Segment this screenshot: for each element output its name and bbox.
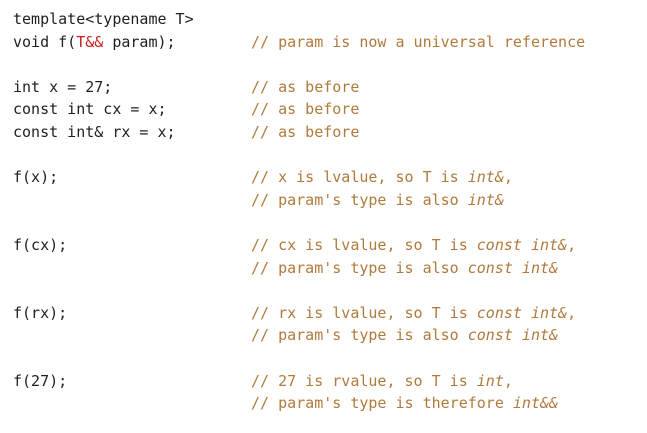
code-line-f-rx: f(rx); // rx is lvalue, so T is const in… bbox=[13, 302, 585, 325]
type-emphasis: const int& bbox=[467, 326, 559, 345]
code-comment: // as before bbox=[251, 100, 360, 119]
code-text: const int& rx = x; bbox=[13, 122, 176, 141]
code-text: f(rx); bbox=[13, 303, 68, 322]
comment-segment: // 27 is rvalue, so T is bbox=[251, 371, 477, 390]
comment-segment: // param's type is also bbox=[251, 326, 468, 345]
code-segment: param); bbox=[103, 32, 176, 51]
code-comment: // rx is lvalue, so T is const int&, bbox=[251, 302, 576, 325]
code-comment: // 27 is rvalue, so T is int, bbox=[251, 370, 513, 393]
comment-segment: // param's type is also bbox=[251, 258, 468, 277]
comment-segment: // rx is lvalue, so T is bbox=[251, 303, 477, 322]
comment-segment: , bbox=[503, 168, 513, 187]
code-text: void f(T&& param); bbox=[13, 31, 251, 54]
type-emphasis: int& bbox=[467, 190, 504, 209]
type-emphasis: const int& bbox=[467, 258, 559, 277]
code-comment: // x is lvalue, so T is int&, bbox=[251, 166, 513, 189]
comment-segment: // param's type is therefore bbox=[251, 394, 513, 413]
comment-segment: // param's type is also bbox=[251, 190, 468, 209]
code-comment: // cx is lvalue, so T is const int&, bbox=[251, 234, 576, 257]
code-line-function-decl: void f(T&& param); // param is now a uni… bbox=[13, 31, 585, 54]
code-text: int x = 27; bbox=[13, 77, 113, 96]
type-emphasis: int&& bbox=[512, 394, 559, 413]
code-line-f-cx-cont: // param's type is also const int& bbox=[13, 257, 585, 280]
code-line-f-27: f(27); // 27 is rvalue, so T is int, bbox=[13, 370, 585, 393]
code-line-template: template<typename T> bbox=[13, 8, 585, 31]
code-line-f-cx: f(cx); // cx is lvalue, so T is const in… bbox=[13, 234, 585, 257]
code-comment: // param is now a universal reference bbox=[251, 32, 586, 51]
code-text: template<typename T> bbox=[13, 10, 194, 28]
type-emphasis: const int& bbox=[476, 235, 568, 254]
comment-segment: , bbox=[503, 371, 513, 390]
type-emphasis: int bbox=[476, 371, 504, 390]
type-emphasis: const int& bbox=[476, 303, 568, 322]
code-comment: // param's type is therefore int&& bbox=[251, 392, 558, 415]
code-comment: // as before bbox=[251, 77, 360, 96]
comment-segment: // cx is lvalue, so T is bbox=[251, 235, 477, 254]
code-listing: template<typename T> void f(T&& param); … bbox=[13, 8, 585, 415]
code-line-f-27-cont: // param's type is therefore int&& bbox=[13, 392, 585, 415]
code-line-f-x-cont: // param's type is also int& bbox=[13, 189, 585, 212]
comment-segment: , bbox=[567, 303, 577, 322]
code-comment: // param's type is also const int& bbox=[251, 257, 558, 280]
code-segment: void f( bbox=[13, 32, 77, 51]
code-text: f(cx); bbox=[13, 235, 68, 254]
comment-segment: // x is lvalue, so T is bbox=[251, 168, 468, 187]
code-line-int-x: int x = 27; // as before bbox=[13, 76, 585, 99]
code-line-f-rx-cont: // param's type is also const int& bbox=[13, 324, 585, 347]
code-comment: // as before bbox=[251, 122, 360, 141]
code-line-const-int-cx: const int cx = x; // as before bbox=[13, 98, 585, 121]
code-text: const int cx = x; bbox=[13, 100, 167, 119]
comment-segment: , bbox=[567, 235, 577, 254]
code-line-const-int-ref-rx: const int& rx = x; // as before bbox=[13, 121, 585, 144]
code-text: f(27); bbox=[13, 371, 68, 390]
code-comment: // param's type is also const int& bbox=[251, 324, 558, 347]
type-emphasis: int& bbox=[467, 168, 504, 187]
universal-reference-highlight: T&& bbox=[76, 32, 104, 51]
code-text: f(x); bbox=[13, 168, 59, 187]
code-line-f-x: f(x); // x is lvalue, so T is int&, bbox=[13, 166, 585, 189]
code-comment: // param's type is also int& bbox=[251, 189, 504, 212]
